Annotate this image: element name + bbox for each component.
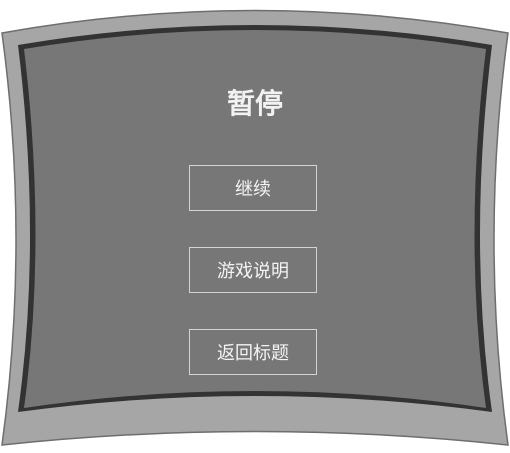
- game-instructions-button[interactable]: 游戏说明: [189, 247, 317, 293]
- game-instructions-button-label: 游戏说明: [217, 261, 289, 282]
- return-to-title-button[interactable]: 返回标题: [189, 329, 317, 375]
- pause-screen: 暂停 继续 游戏说明 返回标题: [0, 0, 510, 453]
- resume-button[interactable]: 继续: [189, 165, 317, 211]
- resume-button-label: 继续: [235, 179, 271, 200]
- pause-title: 暂停: [226, 87, 283, 120]
- return-to-title-button-label: 返回标题: [217, 343, 289, 364]
- pause-panel-frame: [1, 9, 509, 446]
